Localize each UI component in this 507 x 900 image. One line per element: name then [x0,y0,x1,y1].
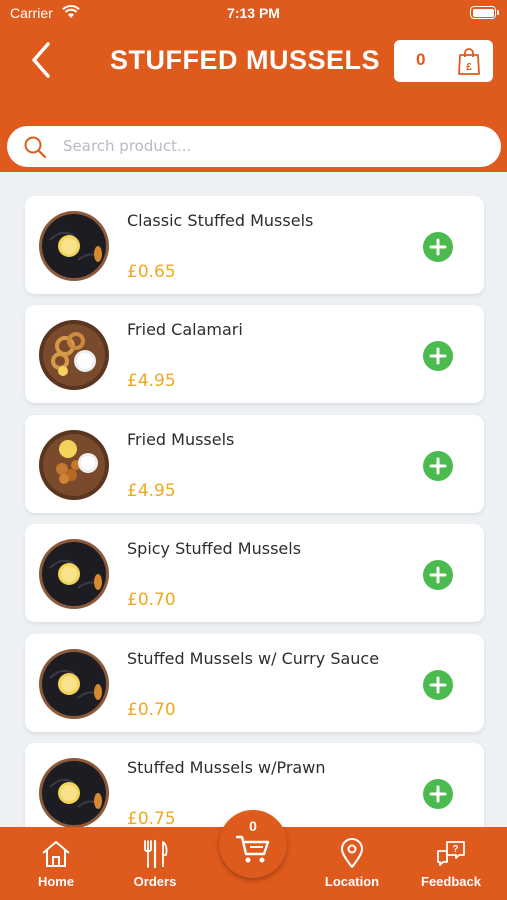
product-card[interactable]: Fried Calamari £4.95 [25,305,484,403]
product-name: Spicy Stuffed Mussels [127,539,302,558]
product-price: £0.70 [127,590,176,610]
nav-label-feedback: Feedback [421,874,481,889]
add-to-cart-button[interactable] [423,560,453,590]
add-to-cart-button[interactable] [423,670,453,700]
battery-icon [470,6,499,19]
product-name: Fried Mussels [127,430,235,449]
shopping-bag-icon: £ [458,48,480,75]
product-card[interactable]: Fried Mussels £4.95 [25,415,484,513]
search-bar [7,126,501,167]
status-time: 7:13 PM [227,5,280,21]
search-input[interactable] [63,134,483,158]
product-price: £0.70 [127,700,176,720]
add-to-cart-button[interactable] [423,341,453,371]
product-name: Fried Calamari [127,320,243,339]
product-price: £0.65 [127,262,176,282]
feedback-icon: ? [437,841,465,866]
location-pin-icon [341,838,363,868]
product-name: Stuffed Mussels w/Prawn [127,758,326,777]
status-bar: Carrier 7:13 PM [0,0,507,28]
svg-text:?: ? [452,844,458,855]
cart-icon [236,835,270,863]
nav-item-location[interactable]: Location [307,827,397,900]
nav-item-orders[interactable]: Orders [110,827,200,900]
product-card[interactable]: Classic Stuffed Mussels £0.65 [25,196,484,294]
product-price: £4.95 [127,371,176,391]
search-icon [24,136,47,159]
app-header: Carrier 7:13 PM STUFFED MUSSELS 0 £ [0,0,507,172]
mussels-image [39,649,109,719]
nav-item-feedback[interactable]: ? Feedback [406,827,496,900]
add-to-cart-button[interactable] [423,779,453,809]
mussels-image [39,758,109,827]
back-button[interactable] [24,38,64,82]
product-card[interactable]: Stuffed Mussels w/ Curry Sauce £0.70 [25,634,484,732]
home-icon [42,841,70,867]
nav-label-location: Location [324,874,380,889]
cart-count: 0 [249,818,257,834]
cart-button[interactable]: 0 [219,810,287,878]
add-to-cart-button[interactable] [423,451,453,481]
add-to-cart-button[interactable] [423,232,453,262]
header-cart-button[interactable]: 0 £ [394,40,493,82]
cutlery-icon [144,839,168,869]
product-list: Classic Stuffed Mussels £0.65 Fried Cala… [0,172,507,827]
page-title: STUFFED MUSSELS [109,45,380,75]
nav-label-orders: Orders [133,874,177,889]
product-card[interactable]: Spicy Stuffed Mussels £0.70 [25,524,484,622]
product-price: £4.95 [127,481,176,501]
product-price: £0.75 [127,809,176,827]
product-name: Stuffed Mussels w/ Curry Sauce [127,649,380,668]
product-name: Classic Stuffed Mussels [127,211,314,230]
nav-item-home[interactable]: Home [11,827,101,900]
svg-text:£: £ [466,62,472,73]
fried-mussels-image [39,430,109,500]
mussels-image [39,211,109,281]
nav-label-home: Home [37,874,75,889]
calamari-image [39,320,109,390]
mussels-image [39,539,109,609]
header-cart-count: 0 [416,50,426,69]
